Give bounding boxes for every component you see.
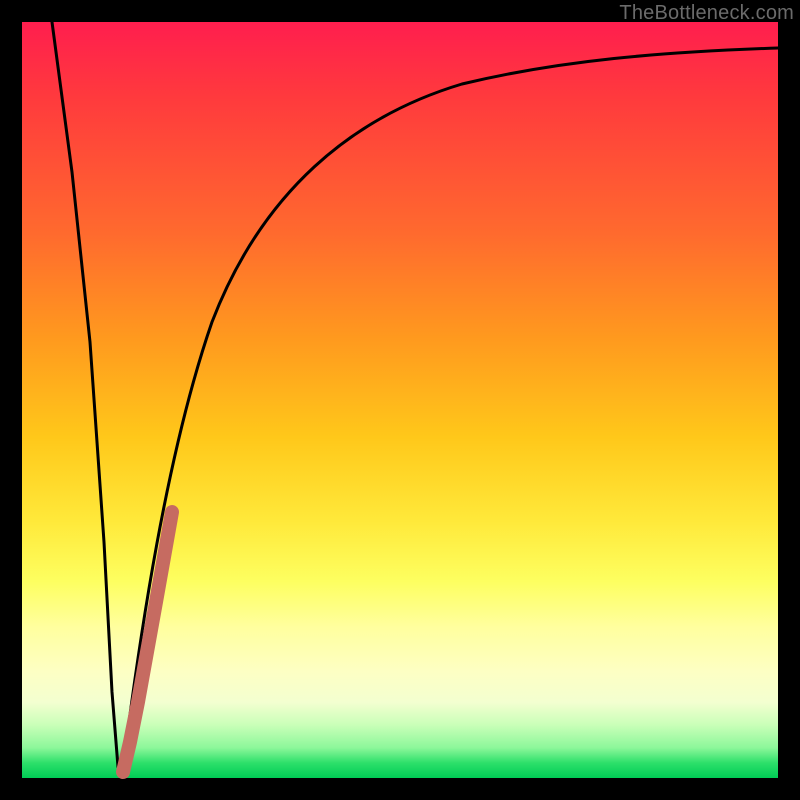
left-branch-path [52, 22, 122, 776]
right-branch-path [122, 48, 778, 776]
plot-area [22, 22, 778, 778]
curves-svg [22, 22, 778, 778]
highlight-segment [123, 512, 172, 772]
chart-frame: TheBottleneck.com [0, 0, 800, 800]
